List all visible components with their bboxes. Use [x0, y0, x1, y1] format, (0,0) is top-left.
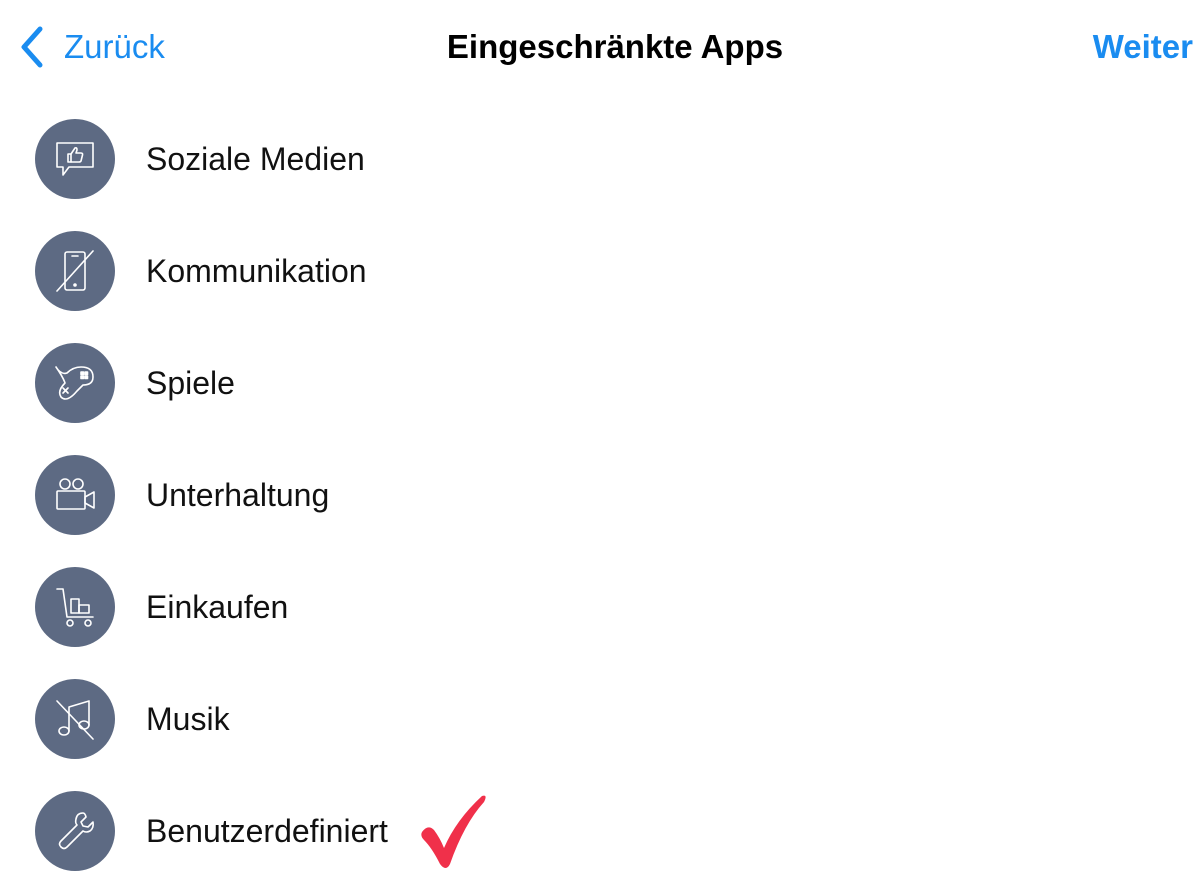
category-list: Soziale Medien Kommunikation Spiele Unte… — [0, 103, 1197, 887]
music-icon — [35, 679, 115, 759]
shopping-icon — [35, 567, 115, 647]
games-icon — [35, 343, 115, 423]
list-item-label: Soziale Medien — [146, 141, 365, 177]
page-title: Eingeschränkte Apps — [446, 28, 784, 65]
list-item-music[interactable]: Musik — [0, 663, 1197, 775]
list-item-entertainment[interactable]: Unterhaltung — [0, 439, 1197, 551]
list-item-label: Kommunikation — [146, 253, 367, 289]
list-item-label: Einkaufen — [146, 589, 289, 625]
list-item-communication[interactable]: Kommunikation — [0, 215, 1197, 327]
communication-icon — [35, 231, 115, 311]
list-item-games[interactable]: Spiele — [0, 327, 1197, 439]
list-item-custom[interactable]: Benutzerdefiniert — [0, 775, 1197, 887]
list-item-social-media[interactable]: Soziale Medien — [0, 103, 1197, 215]
list-item-label: Spiele — [146, 365, 235, 401]
custom-wrench-icon — [35, 791, 115, 871]
navigation-bar: Zurück Eingeschränkte Apps Weiter — [0, 0, 1197, 96]
social-media-icon — [35, 119, 115, 199]
next-button[interactable]: Weiter — [1093, 24, 1193, 70]
list-item-label: Unterhaltung — [146, 477, 330, 513]
list-item-label: Benutzerdefiniert — [146, 813, 388, 849]
entertainment-icon — [35, 455, 115, 535]
checkmark-icon — [421, 795, 486, 868]
list-item-shopping[interactable]: Einkaufen — [0, 551, 1197, 663]
list-item-label: Musik — [146, 701, 230, 737]
